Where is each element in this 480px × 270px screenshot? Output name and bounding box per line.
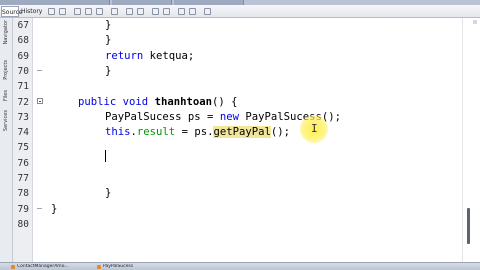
code-text: PayPalSucess ps =	[105, 110, 220, 123]
line-number: 74	[17, 127, 29, 139]
fold-collapse-icon[interactable]	[37, 98, 43, 104]
side-panel: Navigator Projects Files Services	[0, 18, 13, 262]
tab-history[interactable]: History	[21, 6, 42, 17]
line-number: 68	[17, 35, 29, 47]
line-number: 72	[17, 96, 29, 108]
code-line-79: }	[51, 202, 58, 215]
java-app-icon	[97, 265, 101, 269]
fold-end-marker	[37, 208, 42, 209]
bottom-taskbar: ContactManagerAmo... PayPalSucess	[0, 262, 480, 270]
method-name-thanhtoan: thanhtoan	[154, 95, 212, 108]
ibeam-cursor-icon: I	[311, 122, 318, 135]
code-text: () {	[211, 95, 238, 108]
scroll-thumb[interactable]	[467, 208, 470, 244]
line-number: 69	[17, 50, 29, 62]
code-line-74: this.result = ps.getPayPal();	[105, 125, 290, 140]
java-app-icon	[11, 265, 15, 269]
keyword-this: this	[105, 126, 131, 139]
side-tab-services[interactable]: Services	[1, 110, 12, 131]
method-call-getpaypal: getPayPal	[213, 126, 271, 139]
shift-left-icon[interactable]	[126, 8, 133, 15]
task-label: ContactManagerAmo...	[17, 264, 69, 269]
keyword-new: new	[219, 110, 239, 123]
shift-right-icon[interactable]	[137, 8, 144, 15]
uncomment-icon[interactable]	[189, 8, 196, 15]
line-number: 78	[17, 188, 29, 200]
line-number: 71	[17, 81, 29, 93]
side-tab-projects[interactable]: Projects	[1, 60, 12, 80]
code-line-78: }	[105, 187, 112, 200]
editor-toolbar: Source History	[0, 5, 480, 18]
line-number: 79	[17, 203, 29, 215]
task-label: PayPalSucess	[103, 264, 134, 269]
error-stripe-marker	[473, 20, 477, 24]
side-tab-navigator[interactable]: Navigator	[1, 20, 12, 44]
task-item[interactable]: PayPalSucess	[96, 264, 156, 270]
forward-icon[interactable]	[59, 8, 66, 15]
line-number: 80	[17, 218, 29, 230]
previous-occurrence-icon[interactable]	[85, 8, 92, 15]
code-editor[interactable]: } } return ketqua; } public void thanhto…	[49, 18, 462, 262]
code-line-70: }	[105, 64, 112, 77]
code-line-68: }	[105, 34, 112, 47]
tab-source[interactable]: Source	[1, 6, 23, 17]
side-tab-files[interactable]: Files	[1, 90, 12, 101]
run-icon[interactable]	[204, 8, 211, 15]
task-item[interactable]: ContactManagerAmo...	[10, 264, 90, 270]
field-result: result	[136, 126, 176, 139]
line-number-gutter: 67 68 69 70 71 72 73 74 75 76 77 78 79 8…	[13, 18, 33, 262]
toggle-highlight-icon[interactable]	[111, 8, 118, 15]
code-text: ketqua;	[143, 49, 195, 62]
line-number: 75	[17, 142, 29, 154]
keyword-public-void: public void	[78, 95, 149, 108]
comment-icon[interactable]	[178, 8, 185, 15]
stop-macro-icon[interactable]	[163, 8, 170, 15]
fold-column	[33, 18, 49, 262]
code-text: = ps.	[175, 126, 214, 139]
line-number: 77	[17, 173, 29, 184]
line-number: 67	[17, 20, 29, 31]
code-line-72: public void thanhtoan() {	[78, 95, 237, 110]
line-number: 70	[17, 65, 29, 77]
line-number: 73	[17, 111, 29, 123]
next-occurrence-icon[interactable]	[96, 8, 103, 15]
code-line-69: return ketqua;	[105, 49, 194, 64]
vertical-scrollbar[interactable]	[462, 18, 480, 262]
start-macro-icon[interactable]	[152, 8, 159, 15]
keyword-return: return	[105, 49, 144, 62]
code-text: ();	[270, 126, 291, 139]
line-number: 76	[17, 157, 29, 169]
code-line-67: }	[105, 19, 112, 31]
fold-end-marker	[37, 70, 42, 71]
back-icon[interactable]	[48, 8, 55, 15]
text-caret	[105, 150, 106, 162]
find-icon[interactable]	[74, 8, 81, 15]
